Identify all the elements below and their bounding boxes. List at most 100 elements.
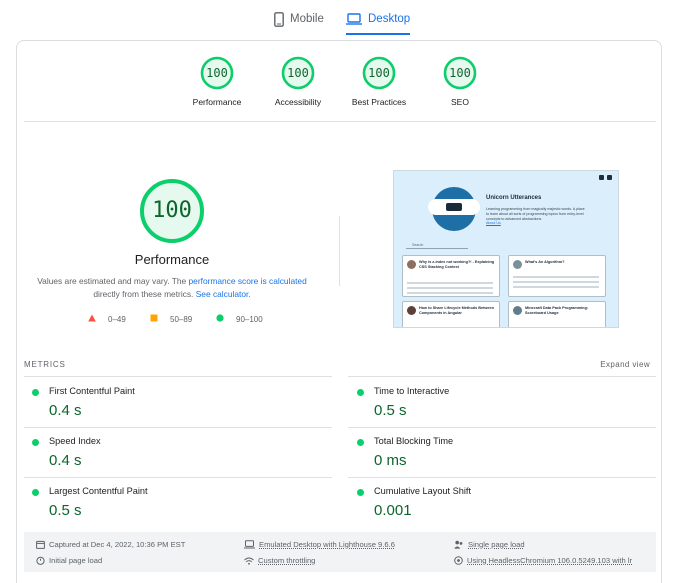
metric-divider: [348, 376, 656, 377]
metric-cls: Cumulative Layout Shift 0.001: [349, 478, 649, 528]
desc-text: Values are estimated and may vary. The: [37, 276, 189, 286]
section-divider: [339, 216, 340, 286]
score-value: 100: [368, 66, 390, 80]
initial-load: Initial page load: [36, 556, 102, 565]
site-subtitle: Learning programming from magically maje…: [486, 207, 585, 221]
site-title: Unicorn Utterances: [486, 195, 542, 201]
score-calculated-link[interactable]: performance score is calculated: [189, 276, 307, 286]
wifi-icon: [244, 557, 254, 565]
tab-mobile[interactable]: Mobile: [274, 6, 324, 32]
gauge-accessibility[interactable]: 100 Accessibility: [253, 56, 343, 107]
post-card: How to Share Lifecycle Methods Between C…: [402, 301, 500, 327]
emulated-device[interactable]: Emulated Desktop with Lighthouse 9.6.6: [244, 540, 395, 549]
single-page-load[interactable]: Single page load: [454, 540, 525, 549]
metric-tti: Time to Interactive 0.5 s: [349, 378, 649, 428]
legend-average: 50–89: [150, 314, 192, 324]
gauge-label: Accessibility: [274, 97, 322, 107]
metric-value: 0.001: [374, 502, 412, 519]
metric-value: 0.5 s: [374, 402, 407, 419]
site-about-link: About Us: [486, 221, 501, 225]
throttling-text: Custom throttling: [258, 556, 316, 565]
score-value: 100: [206, 66, 228, 80]
metric-value: 0.5 s: [49, 502, 82, 519]
tab-mobile-label: Mobile: [290, 13, 324, 25]
desc-text: directly from these metrics.: [93, 289, 196, 299]
emulated-text: Emulated Desktop with Lighthouse 9.6.6: [259, 540, 395, 549]
performance-description: Values are estimated and may vary. The p…: [34, 275, 310, 301]
post-card: Why is z-index not working?! - Explainin…: [402, 255, 500, 297]
score-ring: 100: [362, 56, 396, 90]
triangle-icon: [88, 314, 96, 324]
category-gauges: 100 Performance 100 Accessibility 100 Be…: [0, 56, 680, 116]
metric-name: Time to Interactive: [374, 386, 450, 396]
single-page-text: Single page load: [468, 540, 525, 549]
browser-version[interactable]: Using HeadlessChromium 106.0.5249.103 wi…: [454, 556, 632, 565]
metric-speed-index: Speed Index 0.4 s: [24, 428, 324, 478]
timer-icon: [36, 556, 45, 565]
score-value: 100: [449, 66, 471, 80]
chrome-icon: [454, 556, 463, 565]
expand-view-toggle[interactable]: Expand view: [600, 360, 650, 369]
unicorn-logo-icon: [428, 187, 480, 231]
legend-range: 90–100: [236, 314, 263, 324]
runtime-settings: Captured at Dec 4, 2022, 10:36 PM EST In…: [24, 532, 656, 572]
throttling[interactable]: Custom throttling: [244, 556, 315, 565]
post-title: Minecraft Data Pack Programming: Scorebo…: [525, 306, 589, 315]
gauge-performance[interactable]: 100 Performance: [172, 56, 262, 107]
gauge-best-practices[interactable]: 100 Best Practices: [334, 56, 424, 107]
pass-circle-icon: [357, 389, 364, 396]
score-ring: 100: [200, 56, 234, 90]
see-calculator-link[interactable]: See calculator.: [196, 289, 251, 299]
post-card: Minecraft Data Pack Programming: Scorebo…: [508, 301, 606, 327]
legend-range: 50–89: [170, 314, 193, 324]
metric-value: 0.4 s: [49, 402, 82, 419]
pass-circle-icon: [357, 439, 364, 446]
square-icon: [150, 314, 158, 324]
captured-text: Captured at Dec 4, 2022, 10:36 PM EST: [49, 540, 186, 549]
gauge-label: SEO: [451, 97, 469, 107]
metrics-heading: METRICS: [24, 360, 66, 369]
gauge-label: Performance: [192, 97, 242, 107]
site-search: Search: [406, 243, 468, 249]
pass-circle-icon: [32, 489, 39, 496]
tab-desktop[interactable]: Desktop: [346, 6, 411, 35]
metric-tbt: Total Blocking Time 0 ms: [349, 428, 649, 478]
calendar-icon: [36, 540, 45, 549]
performance-title: Performance: [134, 252, 210, 267]
gauge-seo[interactable]: 100 SEO: [415, 56, 505, 107]
site-toolbar: [599, 175, 612, 180]
gauges-divider: [24, 121, 656, 122]
legend-range: 0–49: [108, 314, 126, 324]
legend-pass: 90–100: [216, 314, 263, 324]
pass-circle-icon: [32, 389, 39, 396]
pass-circle-icon: [32, 439, 39, 446]
metric-name: Cumulative Layout Shift: [374, 486, 472, 496]
metric-name: Total Blocking Time: [374, 436, 454, 446]
laptop-icon: [346, 13, 362, 25]
captured-at: Captured at Dec 4, 2022, 10:36 PM EST: [36, 540, 185, 549]
metric-name: First Contentful Paint: [49, 386, 135, 396]
performance-big-gauge: 100: [139, 178, 205, 244]
score-ring: 100: [281, 56, 315, 90]
post-title: What's An Algorithm?: [525, 260, 565, 264]
score-value: 100: [287, 66, 309, 80]
performance-score: 100: [152, 198, 192, 223]
post-title: Why is z-index not working?! - Explainin…: [419, 260, 495, 269]
tab-desktop-label: Desktop: [368, 13, 411, 25]
browser-text: Using HeadlessChromium 106.0.5249.103 wi…: [467, 556, 633, 565]
post-card: What's An Algorithm?: [508, 255, 606, 297]
metric-name: Largest Contentful Paint: [49, 486, 148, 496]
device-tabs: Mobile Desktop: [0, 0, 680, 35]
score-ring: 100: [443, 56, 477, 90]
metric-name: Speed Index: [49, 436, 101, 446]
initial-load-text: Initial page load: [49, 556, 103, 565]
metric-value: 0.4 s: [49, 452, 82, 469]
final-screenshot[interactable]: Unicorn Utterances Learning programming …: [393, 170, 619, 328]
legend-fail: 0–49: [88, 314, 126, 324]
pass-circle-icon: [357, 489, 364, 496]
metric-value: 0 ms: [374, 452, 407, 469]
metric-fcp: First Contentful Paint 0.4 s: [24, 378, 324, 428]
people-icon: [454, 540, 464, 549]
metric-lcp: Largest Contentful Paint 0.5 s: [24, 478, 324, 528]
circle-icon: [216, 314, 224, 324]
